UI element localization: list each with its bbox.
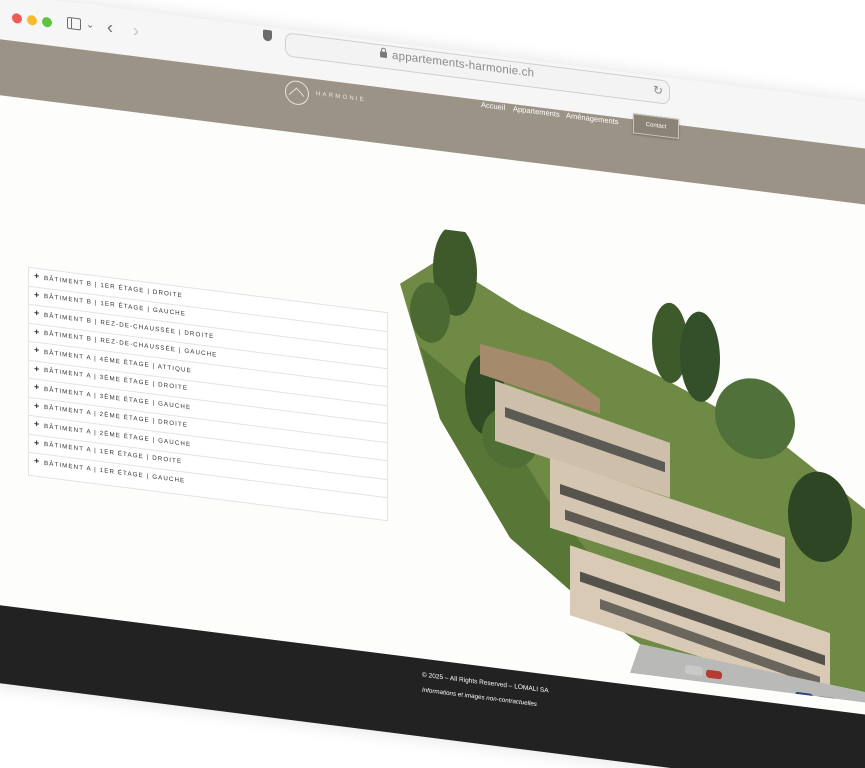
sidebar-toggle-icon[interactable] — [67, 16, 81, 31]
close-window-button[interactable] — [12, 12, 22, 25]
tree — [680, 311, 720, 402]
building-illustration — [400, 225, 865, 705]
browser-window: ⌄ ‹ › appartements-harmonie.ch ↻ HARMONI… — [0, 0, 865, 768]
privacy-shield-icon[interactable] — [263, 29, 272, 42]
apartment-list: + BÂTIMENT B | 1ER ÉTAGE | DROITE + BÂTIMEN… — [28, 266, 388, 522]
expand-plus-icon[interactable]: + — [34, 437, 40, 448]
expand-plus-icon[interactable]: + — [34, 271, 40, 282]
reload-icon[interactable]: ↻ — [653, 83, 663, 98]
expand-plus-icon[interactable]: + — [34, 456, 40, 467]
harmonie-logo-icon[interactable] — [285, 79, 309, 107]
expand-plus-icon[interactable]: + — [34, 382, 40, 393]
nav-accueil[interactable]: Accueil — [481, 100, 505, 112]
expand-plus-icon[interactable]: + — [34, 326, 40, 337]
expand-plus-icon[interactable]: + — [34, 289, 40, 300]
brand-name[interactable]: HARMONIE — [316, 91, 366, 103]
expand-plus-icon[interactable]: + — [34, 419, 40, 430]
back-arrow-icon[interactable]: ‹ — [107, 17, 113, 38]
screenshot-stage: ⌄ ‹ › appartements-harmonie.ch ↻ HARMONI… — [0, 0, 865, 768]
zoom-window-button[interactable] — [42, 16, 52, 28]
minimize-window-button[interactable] — [27, 14, 37, 26]
expand-plus-icon[interactable]: + — [34, 308, 40, 319]
expand-plus-icon[interactable]: + — [34, 363, 40, 374]
lock-icon — [380, 51, 387, 59]
expand-plus-icon[interactable]: + — [34, 400, 40, 411]
forward-arrow-icon[interactable]: › — [133, 20, 139, 41]
chevron-down-icon[interactable]: ⌄ — [86, 17, 94, 34]
expand-plus-icon[interactable]: + — [34, 345, 40, 356]
address-url[interactable]: appartements-harmonie.ch — [392, 50, 534, 80]
